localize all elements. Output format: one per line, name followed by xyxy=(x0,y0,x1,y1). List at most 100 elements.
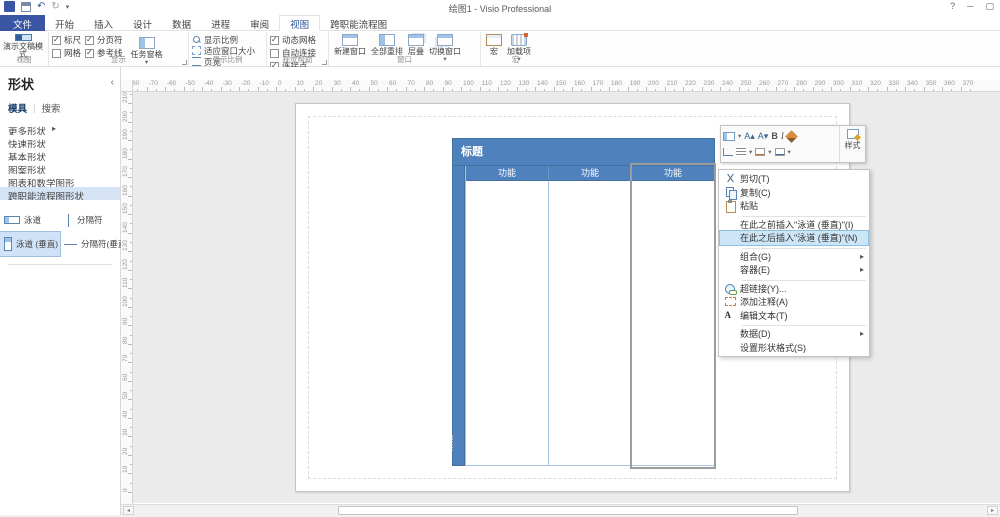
lane-body[interactable] xyxy=(549,181,631,465)
connector-icon[interactable] xyxy=(723,148,733,156)
ribbon-tab[interactable]: 进程 xyxy=(201,15,240,31)
panel-divider xyxy=(8,264,112,265)
fill-color-icon[interactable] xyxy=(755,148,766,156)
swimlane-lane[interactable]: 功能 xyxy=(548,166,632,465)
ruler-number: 30 xyxy=(122,429,129,437)
ruler-number: 80 xyxy=(122,336,129,344)
ruler-number: 300 xyxy=(833,80,844,87)
master-shape-item[interactable]: 分隔符 xyxy=(60,208,120,232)
ruler-number: 160 xyxy=(122,184,129,196)
menu-item-icon xyxy=(725,328,736,339)
context-menu-item[interactable]: 超链接(Y)... xyxy=(720,282,868,296)
master-shape-item[interactable]: 泳道 xyxy=(0,208,60,232)
context-menu-item[interactable]: 组合(G) xyxy=(720,250,868,264)
shrink-font-icon[interactable]: A▾ xyxy=(758,129,769,143)
lane-header[interactable]: 功能 xyxy=(466,166,548,181)
horizontal-scrollbar[interactable]: ◂ ▸ xyxy=(121,504,1000,515)
ribbon-tab[interactable]: 插入 xyxy=(84,15,123,31)
dialog-launcher-icon[interactable] xyxy=(182,60,187,65)
presentation-mode-icon xyxy=(14,34,32,41)
ribbon-checkbox[interactable]: 分页符 xyxy=(85,35,123,45)
collapse-panel-icon[interactable]: ‹ xyxy=(111,77,114,88)
context-menu-item[interactable]: 设置形状格式(S) xyxy=(720,341,868,355)
zoom-menu-item[interactable]: 显示比例 xyxy=(192,35,263,45)
master-shape-item[interactable]: 分隔符(垂直) xyxy=(60,232,129,256)
chevron-down-icon: ▾ xyxy=(738,133,742,140)
align-icon[interactable] xyxy=(736,148,746,156)
ruler-number: 360 xyxy=(944,80,955,87)
help-button[interactable]: ? xyxy=(950,1,955,12)
lane-header[interactable]: 功能 xyxy=(548,166,631,181)
tab-stencils[interactable]: 模具 xyxy=(8,101,27,115)
ribbon-tab[interactable]: 审阅 xyxy=(240,15,279,31)
stencil-item[interactable]: 图案形状 xyxy=(0,161,120,174)
context-menu-item[interactable]: 粘贴 xyxy=(720,199,868,214)
context-menu-item[interactable]: 数据(D) xyxy=(720,327,868,341)
master-shape-item[interactable]: 泳道 (垂直) xyxy=(0,231,61,257)
ribbon-group-zoom: 显示比例 适应窗口大小 页宽 显示比例 xyxy=(188,32,266,67)
ribbon-tab[interactable]: 开始 xyxy=(45,15,84,31)
ribbon-tab[interactable]: 数据 xyxy=(162,15,201,31)
horizontal-ruler: -80 -70 -60 -50 -40 -30 -20 -10 0 10 20 30 40 50 60 70 8… xyxy=(133,80,1000,92)
bold-button[interactable]: B xyxy=(771,129,778,143)
ruler-number: 200 xyxy=(648,80,659,87)
format-painter-icon[interactable] xyxy=(784,129,798,143)
stencil-item[interactable]: 图表和数学图形 xyxy=(0,174,120,187)
ribbon-tab[interactable]: 文件 xyxy=(0,15,46,31)
restore-button[interactable]: ▢ xyxy=(985,1,994,12)
ruler-number: 60 xyxy=(389,80,397,87)
context-menu-item[interactable]: 复制(C) xyxy=(720,186,868,200)
drawing-canvas[interactable]: 标题 阶段 功能 功能 功能 ▾ A▴ A▾ B I ▾ ▾ ▾ 样式 剪切(T… xyxy=(133,92,1000,503)
lane-body[interactable] xyxy=(466,181,548,465)
ruler-number: 60 xyxy=(122,373,129,381)
swimlane-lane[interactable]: 功能 xyxy=(465,166,549,465)
ribbon-tab[interactable]: 跨职能流程图 xyxy=(320,15,397,31)
minimize-button[interactable]: ─ xyxy=(967,1,973,12)
ribbon-tab[interactable]: 设计 xyxy=(123,15,162,31)
swimlane-title-bar[interactable]: 标题 xyxy=(452,138,715,166)
context-menu-item[interactable]: 剪切(T) xyxy=(720,172,868,186)
shapes-panel-title: 形状 xyxy=(8,77,35,92)
ribbon-tab[interactable]: 视图 xyxy=(279,15,321,31)
style-button[interactable]: 样式 xyxy=(839,126,865,162)
lane-body[interactable] xyxy=(632,181,714,465)
stencil-item[interactable]: 快速形状 xyxy=(0,135,120,148)
ruler-number: 170 xyxy=(592,80,604,87)
master-shape-icon xyxy=(68,213,69,227)
stencil-item[interactable]: 基本形状 xyxy=(0,148,120,161)
macro-button-icon xyxy=(511,33,528,46)
context-menu: 剪切(T) 复制(C) 粘贴 在此之前插入"泳道 (垂直)"(I) 在此之后插入… xyxy=(718,169,870,357)
context-menu-item[interactable]: 容器(E) xyxy=(720,263,868,277)
grow-font-icon[interactable]: A▴ xyxy=(744,129,755,143)
italic-button[interactable]: I xyxy=(781,129,784,143)
ruler-number: 320 xyxy=(870,80,881,87)
swimlane-lane[interactable]: 功能 xyxy=(631,166,715,465)
context-menu-item[interactable]: 在此之前插入"泳道 (垂直)"(I) xyxy=(720,218,868,232)
ruler-number: 80 xyxy=(426,80,434,87)
ruler-number: 90 xyxy=(444,80,452,87)
tab-search[interactable]: 搜索 xyxy=(41,101,60,115)
stencil-item[interactable]: 跨职能流程图形状 xyxy=(0,187,120,200)
context-menu-item[interactable]: 在此之后插入"泳道 (垂直)"(N) xyxy=(719,230,869,246)
menu-item-icon xyxy=(724,283,737,295)
ruler-number: 20 xyxy=(315,80,323,87)
lane-header[interactable]: 功能 xyxy=(631,166,714,181)
scroll-right-icon[interactable]: ▸ xyxy=(987,506,998,515)
scroll-left-icon[interactable]: ◂ xyxy=(123,506,134,515)
dialog-launcher-icon[interactable] xyxy=(322,60,327,65)
ruler-number: 190 xyxy=(122,129,129,141)
ribbon-checkbox[interactable]: 动态网格 xyxy=(270,35,325,45)
line-color-icon[interactable] xyxy=(774,148,785,156)
ruler-number: 180 xyxy=(611,80,622,87)
scrollbar-thumb[interactable] xyxy=(338,506,798,515)
ruler-number: 310 xyxy=(851,80,863,87)
ribbon-group-window: 新建窗口 全部重排 层叠 切换窗口 ▾ 窗口 xyxy=(328,32,480,66)
stencil-item[interactable]: 更多形状 xyxy=(0,122,120,135)
change-shape-icon[interactable] xyxy=(723,131,735,141)
ruler-number: -30 xyxy=(222,80,232,87)
ribbon-checkbox[interactable]: 标尺 xyxy=(52,35,81,45)
ruler-number: 10 xyxy=(296,80,304,87)
context-menu-item[interactable]: 添加注释(A) xyxy=(720,295,868,309)
swimlane-phase-bar[interactable]: 阶段 xyxy=(445,166,465,466)
context-menu-item[interactable]: A 编辑文本(T) xyxy=(720,309,868,323)
